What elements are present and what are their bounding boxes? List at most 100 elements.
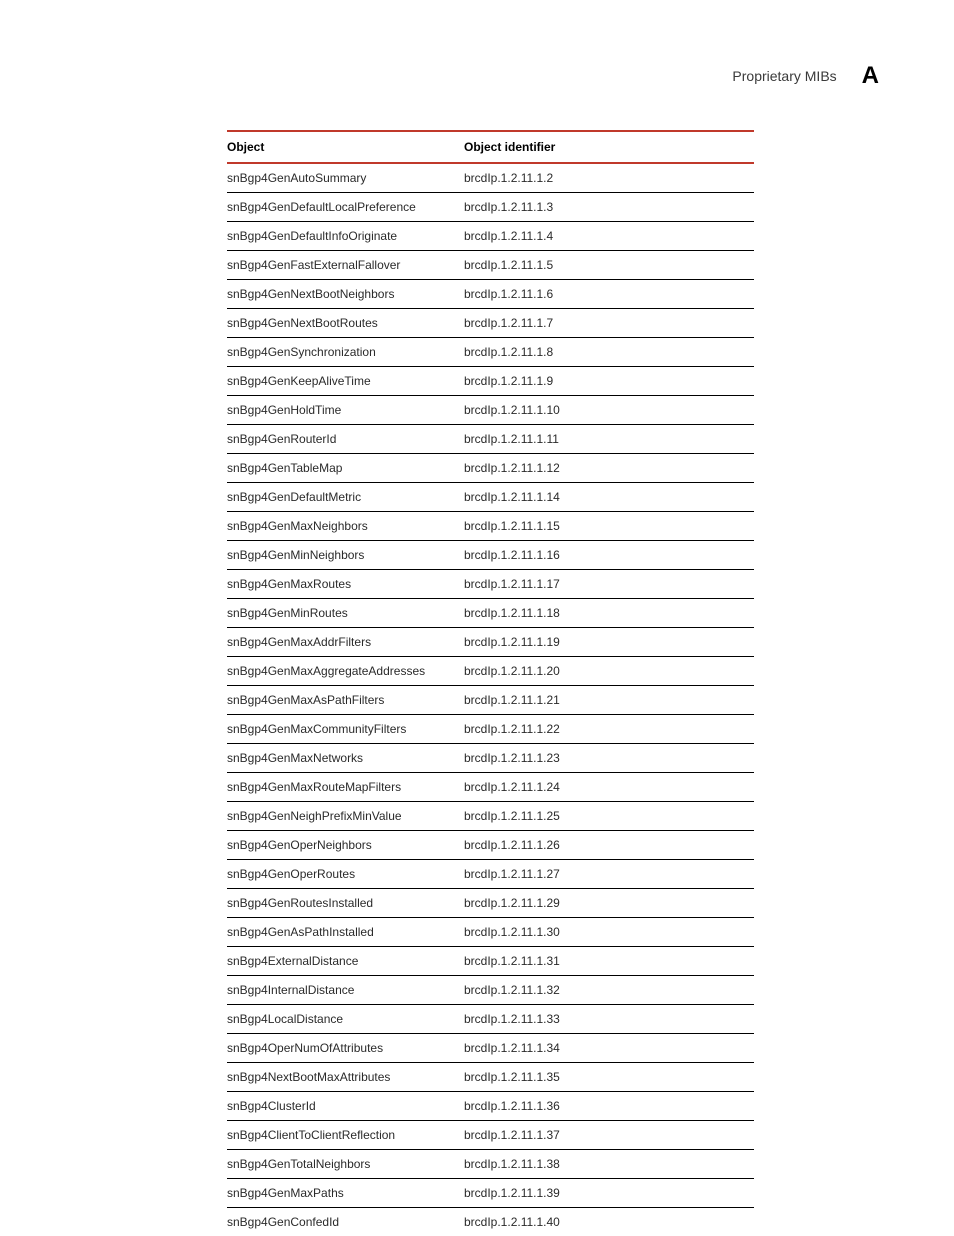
- identifier-cell: brcdIp.1.2.11.1.7: [464, 309, 754, 338]
- table-row: snBgp4GenMaxPathsbrcdIp.1.2.11.1.39: [227, 1179, 754, 1208]
- identifier-cell: brcdIp.1.2.11.1.39: [464, 1179, 754, 1208]
- identifier-cell: brcdIp.1.2.11.1.33: [464, 1005, 754, 1034]
- table-row: snBgp4GenMaxRoutesbrcdIp.1.2.11.1.17: [227, 570, 754, 599]
- object-cell: snBgp4GenHoldTime: [227, 396, 464, 425]
- identifier-cell: brcdIp.1.2.11.1.8: [464, 338, 754, 367]
- object-cell: snBgp4GenDefaultLocalPreference: [227, 193, 464, 222]
- section-title: Proprietary MIBs: [732, 68, 836, 84]
- table-row: snBgp4GenMinRoutesbrcdIp.1.2.11.1.18: [227, 599, 754, 628]
- identifier-cell: brcdIp.1.2.11.1.21: [464, 686, 754, 715]
- object-cell: snBgp4GenSynchronization: [227, 338, 464, 367]
- identifier-cell: brcdIp.1.2.11.1.27: [464, 860, 754, 889]
- identifier-cell: brcdIp.1.2.11.1.30: [464, 918, 754, 947]
- table-row: snBgp4GenMaxRouteMapFiltersbrcdIp.1.2.11…: [227, 773, 754, 802]
- object-cell: snBgp4ClusterId: [227, 1092, 464, 1121]
- table-row: snBgp4LocalDistancebrcdIp.1.2.11.1.33: [227, 1005, 754, 1034]
- identifier-cell: brcdIp.1.2.11.1.18: [464, 599, 754, 628]
- identifier-cell: brcdIp.1.2.11.1.40: [464, 1208, 754, 1236]
- object-cell: snBgp4GenAsPathInstalled: [227, 918, 464, 947]
- object-cell: snBgp4GenNextBootRoutes: [227, 309, 464, 338]
- identifier-cell: brcdIp.1.2.11.1.2: [464, 163, 754, 193]
- identifier-cell: brcdIp.1.2.11.1.6: [464, 280, 754, 309]
- table-row: snBgp4GenOperNeighborsbrcdIp.1.2.11.1.26: [227, 831, 754, 860]
- table-row: snBgp4GenConfedIdbrcdIp.1.2.11.1.40: [227, 1208, 754, 1236]
- identifier-cell: brcdIp.1.2.11.1.17: [464, 570, 754, 599]
- table-row: snBgp4GenMaxCommunityFiltersbrcdIp.1.2.1…: [227, 715, 754, 744]
- object-cell: snBgp4GenDefaultMetric: [227, 483, 464, 512]
- column-header-object: Object: [227, 131, 464, 163]
- mib-table: Object Object identifier snBgp4GenAutoSu…: [227, 130, 754, 1236]
- object-cell: snBgp4GenTotalNeighbors: [227, 1150, 464, 1179]
- table-row: snBgp4NextBootMaxAttributesbrcdIp.1.2.11…: [227, 1063, 754, 1092]
- table-row: snBgp4GenOperRoutesbrcdIp.1.2.11.1.27: [227, 860, 754, 889]
- table-row: snBgp4GenMaxNeighborsbrcdIp.1.2.11.1.15: [227, 512, 754, 541]
- object-cell: snBgp4LocalDistance: [227, 1005, 464, 1034]
- table-row: snBgp4ClientToClientReflectionbrcdIp.1.2…: [227, 1121, 754, 1150]
- object-cell: snBgp4GenMaxRouteMapFilters: [227, 773, 464, 802]
- identifier-cell: brcdIp.1.2.11.1.3: [464, 193, 754, 222]
- object-cell: snBgp4GenMinRoutes: [227, 599, 464, 628]
- table-row: snBgp4GenTotalNeighborsbrcdIp.1.2.11.1.3…: [227, 1150, 754, 1179]
- table-row: snBgp4GenTableMapbrcdIp.1.2.11.1.12: [227, 454, 754, 483]
- identifier-cell: brcdIp.1.2.11.1.35: [464, 1063, 754, 1092]
- table-row: snBgp4GenMaxAsPathFiltersbrcdIp.1.2.11.1…: [227, 686, 754, 715]
- table-row: snBgp4GenMaxNetworksbrcdIp.1.2.11.1.23: [227, 744, 754, 773]
- object-cell: snBgp4ExternalDistance: [227, 947, 464, 976]
- identifier-cell: brcdIp.1.2.11.1.32: [464, 976, 754, 1005]
- table-row: snBgp4GenNeighPrefixMinValuebrcdIp.1.2.1…: [227, 802, 754, 831]
- object-cell: snBgp4GenMaxNeighbors: [227, 512, 464, 541]
- table-row: snBgp4GenHoldTimebrcdIp.1.2.11.1.10: [227, 396, 754, 425]
- object-cell: snBgp4GenMaxNetworks: [227, 744, 464, 773]
- object-cell: snBgp4GenFastExternalFallover: [227, 251, 464, 280]
- page-header: Proprietary MIBs A: [732, 62, 879, 90]
- table-row: snBgp4ExternalDistancebrcdIp.1.2.11.1.31: [227, 947, 754, 976]
- appendix-letter: A: [862, 62, 879, 90]
- table-row: snBgp4GenSynchronizationbrcdIp.1.2.11.1.…: [227, 338, 754, 367]
- identifier-cell: brcdIp.1.2.11.1.11: [464, 425, 754, 454]
- identifier-cell: brcdIp.1.2.11.1.9: [464, 367, 754, 396]
- object-cell: snBgp4GenAutoSummary: [227, 163, 464, 193]
- identifier-cell: brcdIp.1.2.11.1.14: [464, 483, 754, 512]
- table-row: snBgp4GenKeepAliveTimebrcdIp.1.2.11.1.9: [227, 367, 754, 396]
- object-cell: snBgp4GenNeighPrefixMinValue: [227, 802, 464, 831]
- object-cell: snBgp4GenDefaultInfoOriginate: [227, 222, 464, 251]
- object-cell: snBgp4GenConfedId: [227, 1208, 464, 1236]
- object-cell: snBgp4GenMinNeighbors: [227, 541, 464, 570]
- table-header-row: Object Object identifier: [227, 131, 754, 163]
- identifier-cell: brcdIp.1.2.11.1.29: [464, 889, 754, 918]
- table-row: snBgp4GenRoutesInstalledbrcdIp.1.2.11.1.…: [227, 889, 754, 918]
- object-cell: snBgp4NextBootMaxAttributes: [227, 1063, 464, 1092]
- table-row: snBgp4GenDefaultMetricbrcdIp.1.2.11.1.14: [227, 483, 754, 512]
- identifier-cell: brcdIp.1.2.11.1.12: [464, 454, 754, 483]
- identifier-cell: brcdIp.1.2.11.1.5: [464, 251, 754, 280]
- identifier-cell: brcdIp.1.2.11.1.24: [464, 773, 754, 802]
- table-row: snBgp4GenDefaultInfoOriginatebrcdIp.1.2.…: [227, 222, 754, 251]
- mib-table-container: Object Object identifier snBgp4GenAutoSu…: [227, 130, 754, 1236]
- identifier-cell: brcdIp.1.2.11.1.38: [464, 1150, 754, 1179]
- object-cell: snBgp4ClientToClientReflection: [227, 1121, 464, 1150]
- object-cell: snBgp4GenMaxAddrFilters: [227, 628, 464, 657]
- identifier-cell: brcdIp.1.2.11.1.15: [464, 512, 754, 541]
- identifier-cell: brcdIp.1.2.11.1.19: [464, 628, 754, 657]
- identifier-cell: brcdIp.1.2.11.1.31: [464, 947, 754, 976]
- object-cell: snBgp4InternalDistance: [227, 976, 464, 1005]
- object-cell: snBgp4GenMaxPaths: [227, 1179, 464, 1208]
- identifier-cell: brcdIp.1.2.11.1.23: [464, 744, 754, 773]
- table-row: snBgp4GenAsPathInstalledbrcdIp.1.2.11.1.…: [227, 918, 754, 947]
- identifier-cell: brcdIp.1.2.11.1.4: [464, 222, 754, 251]
- table-row: snBgp4InternalDistancebrcdIp.1.2.11.1.32: [227, 976, 754, 1005]
- identifier-cell: brcdIp.1.2.11.1.37: [464, 1121, 754, 1150]
- identifier-cell: brcdIp.1.2.11.1.10: [464, 396, 754, 425]
- table-row: snBgp4OperNumOfAttributesbrcdIp.1.2.11.1…: [227, 1034, 754, 1063]
- table-row: snBgp4GenMaxAggregateAddressesbrcdIp.1.2…: [227, 657, 754, 686]
- object-cell: snBgp4GenRouterId: [227, 425, 464, 454]
- table-row: snBgp4GenNextBootNeighborsbrcdIp.1.2.11.…: [227, 280, 754, 309]
- identifier-cell: brcdIp.1.2.11.1.34: [464, 1034, 754, 1063]
- object-cell: snBgp4GenOperRoutes: [227, 860, 464, 889]
- table-row: snBgp4GenDefaultLocalPreferencebrcdIp.1.…: [227, 193, 754, 222]
- table-row: snBgp4GenMinNeighborsbrcdIp.1.2.11.1.16: [227, 541, 754, 570]
- object-cell: snBgp4GenMaxRoutes: [227, 570, 464, 599]
- table-row: snBgp4GenAutoSummarybrcdIp.1.2.11.1.2: [227, 163, 754, 193]
- object-cell: snBgp4GenKeepAliveTime: [227, 367, 464, 396]
- identifier-cell: brcdIp.1.2.11.1.20: [464, 657, 754, 686]
